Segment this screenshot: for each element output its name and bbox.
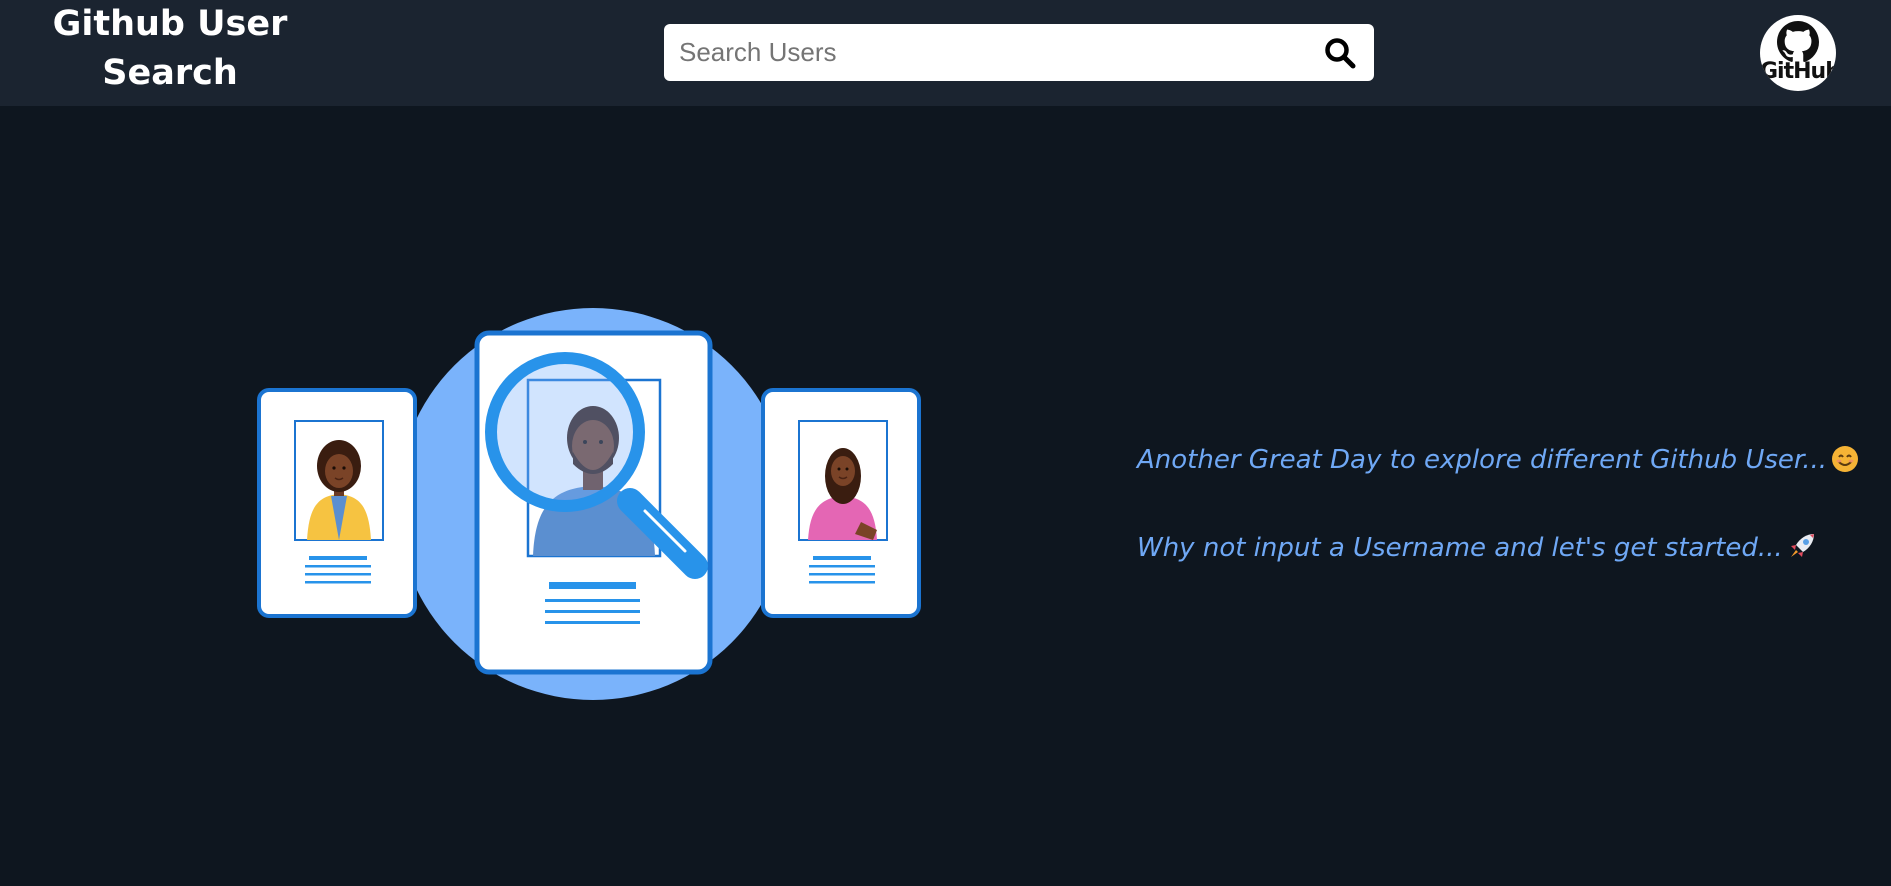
welcome-messages: Another Great Day to explore different G…	[1137, 438, 1859, 570]
app-title: Github User Search	[40, 0, 300, 98]
welcome-message-1-text: Another Great Day to explore different G…	[1137, 445, 1828, 475]
search-bar	[664, 24, 1374, 81]
github-profile-link[interactable]: GitHub	[1760, 15, 1836, 91]
welcome-message-1: Another Great Day to explore different G…	[1137, 438, 1859, 482]
search-input[interactable]	[664, 24, 1304, 81]
app-title-line-2: Search	[102, 53, 238, 93]
smiling-face-emoji	[1832, 446, 1859, 472]
user-search-illustration	[257, 308, 921, 700]
github-logo-icon	[1777, 21, 1819, 62]
search-icon[interactable]	[1324, 37, 1356, 69]
left-profile-card	[257, 388, 417, 618]
welcome-message-2-text: Why not input a Username and let's get s…	[1137, 533, 1783, 563]
github-badge-text: GitHub	[1760, 59, 1836, 84]
top-navbar: Github User Search GitHub	[0, 0, 1891, 106]
app-title-line-1: Github User	[52, 4, 288, 44]
rocket-emoji	[1790, 534, 1814, 557]
welcome-message-2: Why not input a Username and let's get s…	[1137, 526, 1857, 570]
right-profile-card	[761, 388, 921, 618]
